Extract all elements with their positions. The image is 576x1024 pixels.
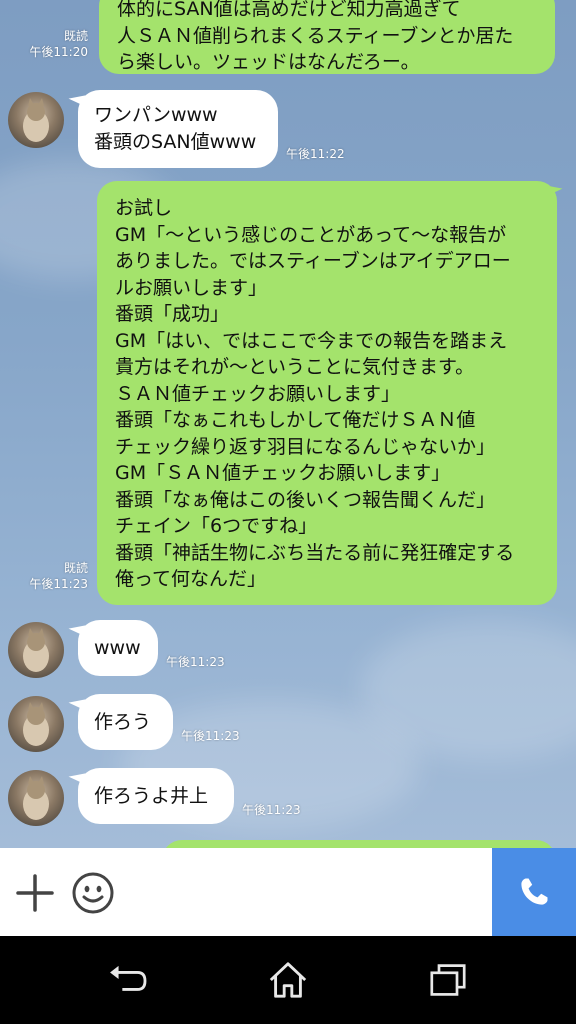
read-receipt: 既読 (63, 29, 88, 43)
avatar[interactable] (8, 92, 64, 148)
call-button[interactable] (492, 848, 576, 936)
chat-area[interactable]: 体的にSAN値は高めだけど知力高過ぎて 人ＳＡＮ値削られまくるスティーブンとか居… (0, 0, 576, 848)
message-time: 午後11:23 (29, 577, 88, 591)
message-line: 番頭「なぁこれもしかして俺だけＳＡＮ値 (115, 409, 476, 431)
home-button[interactable] (238, 936, 338, 1024)
read-receipt: 既読 (63, 561, 88, 575)
message-line: 番頭「なぁ俺はこの後いくつ報告聞くんだ」 (115, 488, 496, 511)
message-time: 午後11:20 (29, 45, 88, 59)
message-line: チェック繰り返す羽目になるんじゃないか」 (115, 435, 496, 458)
message-line: お試し (115, 197, 173, 219)
message-line: 番頭「成功」 (115, 303, 230, 325)
message-line: GM「はい、ではここで今までの報告を踏まえ (115, 329, 508, 352)
message-line: 作ろう (94, 711, 152, 733)
message-line: ワンパンwww (94, 104, 218, 126)
message-time: 午後11:22 (286, 147, 345, 161)
recents-icon (430, 964, 466, 996)
phone-icon (521, 878, 548, 905)
message-bubble-incoming[interactable]: 作ろう (78, 694, 173, 750)
message-line: www (94, 637, 141, 659)
message-bubble-incoming[interactable]: www (78, 620, 158, 676)
message-line: GM「ＳＡＮ値チェックお願いします」 (115, 462, 451, 484)
message-time: 午後11:23 (242, 803, 301, 817)
message-bubble-outgoing[interactable]: 体的にSAN値は高めだけど知力高過ぎて 人ＳＡＮ値削られまくるスティーブンとか居… (99, 0, 555, 74)
message-line: 人ＳＡＮ値削られまくるスティーブンとか居た (117, 24, 514, 47)
smiley-icon (72, 872, 114, 914)
message-meta: 既読 午後11:23 (16, 560, 88, 592)
message-line: 俺って何なんだ」 (115, 568, 267, 590)
message-line: ＳＡＮ値チェックお願いします」 (115, 382, 401, 405)
message-line: ルお願いします」 (115, 276, 268, 299)
cat-avatar-icon (23, 776, 49, 820)
recents-button[interactable] (398, 936, 498, 1024)
back-icon (110, 965, 147, 991)
plus-icon (16, 874, 54, 912)
avatar[interactable] (8, 770, 64, 826)
cat-avatar-icon (23, 98, 49, 142)
home-icon (269, 962, 307, 998)
add-button[interactable] (14, 872, 56, 914)
message-bubble-incoming[interactable]: ワンパンwww 番頭のSAN値www (78, 90, 278, 168)
avatar[interactable] (8, 696, 64, 752)
message-line: ら楽しい。ツェッドはなんだろー。 (117, 51, 420, 73)
message-line: 作ろうよ井上 (94, 785, 209, 807)
message-line: GM「～という感じのことがあって～な報告が (115, 223, 507, 246)
message-line: 番頭「神話生物にぶち当たる前に発狂確定する (115, 541, 515, 564)
message-input-bar (0, 848, 576, 936)
system-nav-bar (0, 936, 576, 1024)
message-time: 午後11:23 (181, 729, 240, 743)
message-line: チェイン「6つですね」 (115, 515, 318, 537)
back-button[interactable] (78, 936, 178, 1024)
message-bubble-incoming[interactable]: 作ろうよ井上 (78, 768, 234, 824)
emoji-button[interactable] (70, 870, 116, 916)
message-line: ありました。ではスティーブンはアイデアロー (115, 250, 511, 272)
message-line: 番頭のSAN値www (94, 130, 257, 153)
message-meta: 既読 午後11:20 (16, 28, 88, 60)
message-time: 午後11:23 (166, 655, 225, 669)
cat-avatar-icon (23, 628, 49, 672)
message-bubble-outgoing[interactable] (162, 840, 556, 848)
avatar[interactable] (8, 622, 64, 678)
cat-avatar-icon (23, 702, 49, 746)
message-line: 体的にSAN値は高めだけど知力高過ぎて (117, 0, 461, 20)
message-bubble-outgoing[interactable]: お試し GM「～という感じのことがあって～な報告が ありました。ではスティーブン… (97, 181, 557, 605)
message-line: 貴方はそれが～ということに気付きます。 (115, 356, 475, 378)
